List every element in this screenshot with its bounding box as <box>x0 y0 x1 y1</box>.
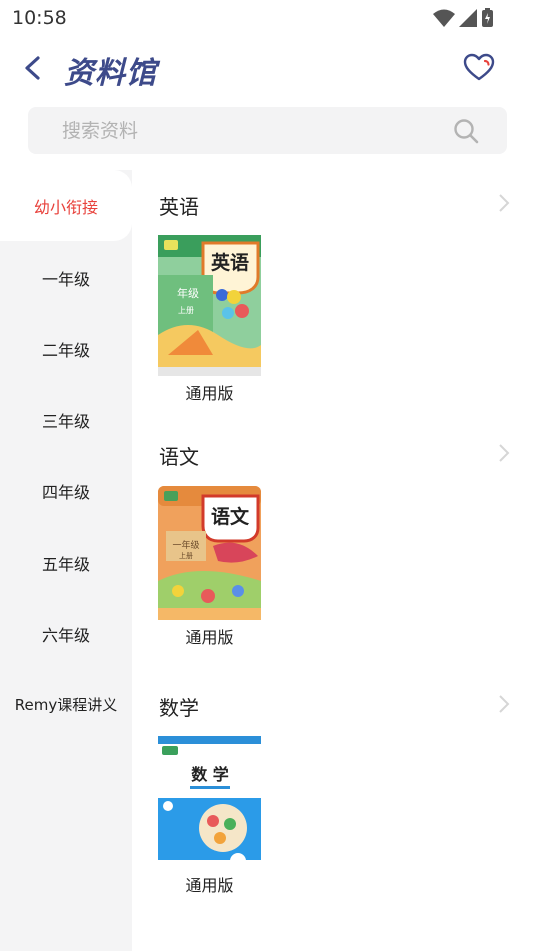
book-card-math[interactable]: 数 学 通用版 <box>158 736 261 896</box>
sidebar-item-label: 幼小衔接 <box>33 197 98 217</box>
svg-text:一年级: 一年级 <box>172 539 199 551</box>
chevron-right-icon[interactable] <box>497 193 511 213</box>
svg-text:上册: 上册 <box>178 306 194 315</box>
sidebar-item-label: Remy课程讲义 <box>14 696 118 714</box>
sidebar-item-label: 六年级 <box>41 625 90 645</box>
heart-icon[interactable] <box>463 52 495 84</box>
back-arrow-icon[interactable] <box>18 50 48 86</box>
grade-sidebar: 幼小衔接 一年级 二年级 三年级 四年级 五年级 六年级 Remy课程讲义 <box>0 170 132 951</box>
sidebar-item-label: 一年级 <box>41 269 90 289</box>
sidebar-item-grade-3[interactable]: 三年级 <box>0 384 132 455</box>
status-icons <box>433 8 493 27</box>
sidebar-item-label: 四年级 <box>41 482 90 502</box>
book-edition-label: 通用版 <box>185 876 234 895</box>
chevron-right-icon[interactable] <box>497 694 511 714</box>
sidebar-item-grade-2[interactable]: 二年级 <box>0 313 132 384</box>
section-title-math: 数学 <box>159 696 199 720</box>
book-card-english[interactable]: 英语 年级 上册 通用版 <box>158 235 261 404</box>
search-icon[interactable] <box>453 118 479 144</box>
sidebar-item-label: 五年级 <box>41 554 90 574</box>
book-cover-chinese: 语文 一年级 上册 <box>158 486 261 620</box>
svg-text:年级: 年级 <box>177 286 199 300</box>
section-title-chinese: 语文 <box>159 445 199 469</box>
sidebar-item-grade-1[interactable]: 一年级 <box>0 242 132 313</box>
sidebar-item-label: 二年级 <box>41 340 90 360</box>
section-title-english: 英语 <box>159 195 199 219</box>
sidebar-item-label: 三年级 <box>41 411 90 431</box>
sidebar-item-remy-lectures[interactable]: Remy课程讲义 <box>0 669 132 740</box>
search-bar <box>28 107 507 154</box>
sidebar-item-grade-5[interactable]: 五年级 <box>0 527 132 598</box>
svg-text:英语: 英语 <box>211 251 249 274</box>
sidebar-item-preschool[interactable]: 幼小衔接 <box>0 170 132 241</box>
sidebar-item-grade-4[interactable]: 四年级 <box>0 455 132 526</box>
sidebar-item-grade-6[interactable]: 六年级 <box>0 598 132 669</box>
status-bar: 10:58 <box>0 0 535 36</box>
book-edition-label: 通用版 <box>185 628 234 647</box>
book-edition-label: 通用版 <box>185 384 234 403</box>
book-cover-math: 数 学 <box>158 736 261 868</box>
book-card-chinese[interactable]: 语文 一年级 上册 通用版 <box>158 486 261 648</box>
svg-text:语文: 语文 <box>211 505 250 528</box>
page-title: 资料馆 <box>64 56 157 91</box>
status-time: 10:58 <box>12 7 67 29</box>
svg-text:数 学: 数 学 <box>191 765 229 784</box>
wifi-icon <box>433 9 455 27</box>
svg-text:上册: 上册 <box>179 551 193 560</box>
battery-icon <box>482 8 493 27</box>
chevron-right-icon[interactable] <box>497 443 511 463</box>
signal-icon <box>459 9 477 27</box>
search-input[interactable] <box>28 107 428 154</box>
app-bar: 资料馆 <box>0 36 535 100</box>
book-cover-english: 英语 年级 上册 <box>158 235 261 376</box>
